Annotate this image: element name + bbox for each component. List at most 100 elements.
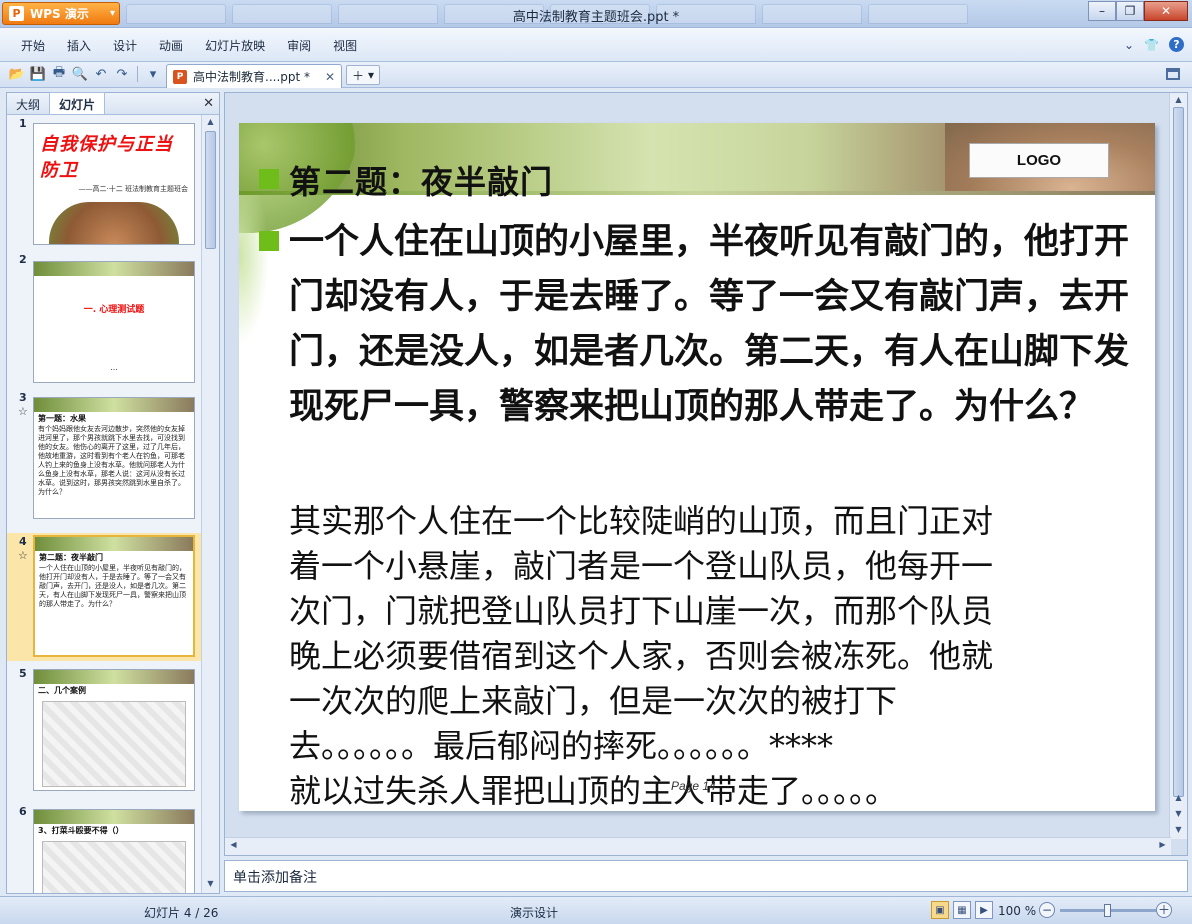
status-bar: 幻灯片 4 / 26 演示设计 ▣ ▦ ▶ 100 % − ＋	[0, 896, 1192, 924]
window-layout-icon[interactable]	[1166, 68, 1180, 80]
horizontal-scrollbar[interactable]: ◀ ▶	[225, 837, 1171, 855]
menu-start[interactable]: 开始	[10, 37, 56, 54]
menu-insert[interactable]: 插入	[56, 37, 102, 54]
document-tab[interactable]: P 高中法制教育....ppt * ✕	[166, 64, 342, 88]
answer-line: 次门，门就把登山队员打下山崖一次，而那个队员	[289, 592, 994, 630]
save-icon[interactable]: 💾	[29, 65, 47, 83]
toolbar-divider	[137, 66, 138, 82]
vertical-scroll-thumb[interactable]	[1173, 107, 1184, 797]
thumbnail-row[interactable]: 2 一. 心理测试题 ...	[7, 251, 201, 389]
thumbnail-banner	[34, 398, 194, 412]
zoom-in-button[interactable]: ＋	[1156, 902, 1172, 918]
scroll-right-icon[interactable]: ▶	[1157, 840, 1168, 852]
theme-name[interactable]: 演示设计	[510, 904, 558, 921]
slide-thumbnail-2[interactable]: 一. 心理测试题 ...	[33, 261, 195, 383]
print-icon[interactable]: 🖶	[50, 65, 68, 83]
tab-outline[interactable]: 大纲	[7, 93, 49, 114]
thumbnail-row[interactable]: 1 自我保护与正当防卫 ——高二·十二 班法制教育主题班会	[7, 115, 201, 251]
normal-view-icon[interactable]: ▣	[931, 901, 949, 919]
scroll-down-icon[interactable]: ▼	[1173, 825, 1184, 837]
customize-toolbar-icon[interactable]: ▾	[144, 65, 162, 83]
next-slide-icon[interactable]: ▼	[1173, 809, 1184, 821]
scroll-down-icon[interactable]: ▼	[205, 879, 216, 891]
window-controls: – ❐ ✕	[1088, 1, 1188, 21]
menu-design[interactable]: 设计	[102, 37, 148, 54]
question-bullet-icon	[259, 231, 279, 251]
zoom-slider[interactable]	[1060, 904, 1156, 917]
slides-panel: 大纲 幻灯片 ✕ 1 自我保护与正当防卫 ——高二·十二 班法制教育主题班会 2…	[6, 92, 220, 894]
slide-title[interactable]: 第二题：夜半敲门	[289, 157, 553, 203]
thumbnail-number: 4	[19, 535, 27, 548]
zoom-out-button[interactable]: −	[1039, 902, 1055, 918]
answer-line: 一次次的爬上来敲门，但是一次次的被打下	[289, 682, 898, 720]
zoom-slider-thumb[interactable]	[1104, 904, 1111, 917]
quick-access-toolbar: 📂 💾 🖶 🔍 ↶ ↷ ▾ P 高中法制教育....ppt * ✕ ＋ ▾	[0, 62, 1192, 88]
redo-icon[interactable]: ↷	[113, 65, 131, 83]
slide-thumbnail-3[interactable]: 第一题：水果 有个妈妈跟他女友去河边散步，突然他的女友掉进河里了，那个男孩就跳下…	[33, 397, 195, 519]
close-panel-icon[interactable]: ✕	[203, 96, 214, 111]
thumbnail-row[interactable]: 6 3、打菜斗殴要不得（）	[7, 803, 201, 893]
thumbnail-number: 5	[19, 667, 27, 680]
minimize-button[interactable]: –	[1088, 1, 1116, 21]
thumbnail-scroll-thumb[interactable]	[205, 131, 216, 249]
answer-line: 着一个小悬崖，敲门者是一个登山队员，他每开一	[289, 547, 994, 585]
menu-items: 开始 插入 设计 动画 幻灯片放映 审阅 视图	[10, 28, 368, 62]
thumbnail-title: 二、几个案例	[38, 686, 86, 695]
new-tab-button[interactable]: ＋ ▾	[346, 65, 380, 85]
vertical-scrollbar[interactable]: ▲ ▲ ▼ ▼	[1169, 93, 1187, 839]
scroll-left-icon[interactable]: ◀	[228, 840, 239, 852]
close-tab-icon[interactable]: ✕	[325, 70, 335, 84]
cartoon-image	[42, 701, 186, 787]
scroll-up-icon[interactable]: ▲	[205, 117, 216, 129]
thumbnail-banner	[34, 262, 194, 276]
thumbnail-row[interactable]: 5 二、几个案例	[7, 665, 201, 801]
thumbnail-row-selected[interactable]: 4 ☆ 第二题：夜半敲门 一个人住在山顶的小屋里，半夜听见有敲门的，他打开门却没…	[7, 533, 201, 661]
thumbnail-text: 有个妈妈跟他女友去河边散步，突然他的女友掉进河里了，那个男孩就跳下水里去找，可没…	[38, 425, 185, 496]
question-text[interactable]: 一个人住在山顶的小屋里，半夜听见有敲门的，他打开门却没有人，于是去睡了。等了一会…	[289, 215, 1149, 435]
slideshow-view-icon[interactable]: ▶	[975, 901, 993, 919]
help-icon[interactable]: ?	[1169, 37, 1184, 52]
quick-tools: 📂 💾 🖶 🔍 ↶ ↷ ▾	[8, 65, 162, 83]
answer-text[interactable]: 其实那个人住在一个比较陡峭的山顶，而且门正对 着一个小悬崖，敲门者是一个登山队员…	[289, 499, 1149, 811]
logo-placeholder[interactable]: LOGO	[969, 143, 1109, 178]
menu-animation[interactable]: 动画	[148, 37, 194, 54]
menu-review[interactable]: 审阅	[276, 37, 322, 54]
tab-slides[interactable]: 幻灯片	[49, 92, 106, 114]
slide-thumbnail-1[interactable]: 自我保护与正当防卫 ——高二·十二 班法制教育主题班会	[33, 123, 195, 245]
restore-button[interactable]: ❐	[1116, 1, 1144, 21]
thumbnail-dots: ...	[110, 363, 118, 372]
answer-line: 晚上必须要借宿到这个人家，否则会被冻死。他就	[289, 637, 994, 675]
menu-bar: 开始 插入 设计 动画 幻灯片放映 审阅 视图 ⌄ 👕 ?	[0, 28, 1192, 62]
chevron-down-icon[interactable]: ⌄	[1124, 38, 1134, 52]
current-slide[interactable]: LOGO 第二题：夜半敲门 一个人住在山顶的小屋里，半夜听见有敲门的，他打开门却…	[239, 123, 1155, 811]
slide-thumbnail-6[interactable]: 3、打菜斗殴要不得（）	[33, 809, 195, 893]
notes-area[interactable]: 单击添加备注	[224, 860, 1188, 892]
zoom-percentage[interactable]: 100 %	[998, 904, 1036, 918]
close-window-button[interactable]: ✕	[1144, 1, 1188, 21]
answer-line: 就以过失杀人罪把山顶的主人带走了。。。。。	[289, 772, 898, 810]
window-title: 高中法制教育主题班会.ppt *	[512, 10, 680, 25]
thumbnail-scrollbar[interactable]: ▲ ▼	[201, 115, 219, 893]
wps-app-menu-button[interactable]: P WPS 演示 ▾	[2, 2, 120, 25]
thumbnail-banner	[34, 810, 194, 824]
thumbnail-row[interactable]: 3 ☆ 第一题：水果 有个妈妈跟他女友去河边散步，突然他的女友掉进河里了，那个男…	[7, 389, 201, 525]
slide-thumbnail-4[interactable]: 第二题：夜半敲门 一个人住在山顶的小屋里，半夜听见有敲门的，他打开门却没有人，于…	[33, 535, 195, 657]
open-folder-icon[interactable]: 📂	[8, 65, 26, 83]
page-number-label: Page 14	[671, 779, 716, 793]
menu-slideshow[interactable]: 幻灯片放映	[194, 37, 276, 54]
slide-sorter-icon[interactable]: ▦	[953, 901, 971, 919]
print-preview-icon[interactable]: 🔍	[71, 65, 89, 83]
previous-slide-icon[interactable]: ▲	[1173, 793, 1184, 805]
title-bullet-icon	[259, 169, 279, 189]
chevron-down-icon: ▾	[367, 68, 375, 82]
skin-shirt-icon[interactable]: 👕	[1144, 38, 1159, 52]
menu-view[interactable]: 视图	[322, 37, 368, 54]
thumbnail-number: 3	[19, 391, 27, 404]
answer-line: 去。。。。。。最后郁闷的摔死。。。。。。****	[289, 727, 834, 765]
undo-icon[interactable]: ↶	[92, 65, 110, 83]
slide-thumbnail-list: 1 自我保护与正当防卫 ——高二·十二 班法制教育主题班会 2 一. 心理测试题…	[7, 115, 201, 893]
animation-star-icon: ☆	[18, 405, 28, 418]
scroll-up-icon[interactable]: ▲	[1173, 95, 1184, 107]
slide-thumbnail-5[interactable]: 二、几个案例	[33, 669, 195, 791]
ppt-file-icon: P	[173, 69, 187, 84]
